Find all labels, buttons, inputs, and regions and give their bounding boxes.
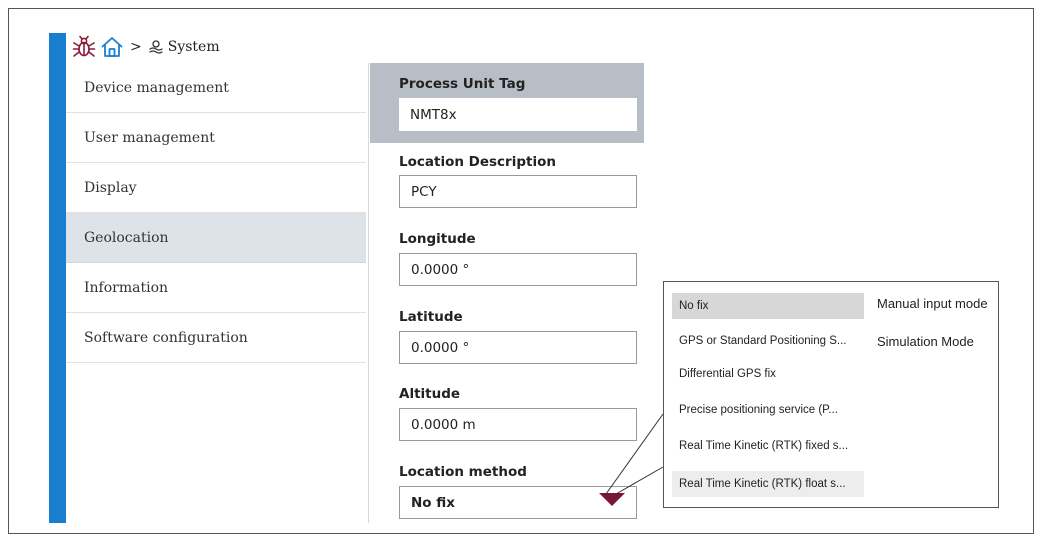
process-unit-tag-field[interactable]: NMT8x [399, 98, 637, 131]
breadcrumb-separator: > [130, 39, 142, 55]
sidebar-item-user-management[interactable]: User management [66, 113, 366, 163]
sidebar-item-label: Device management [84, 79, 229, 96]
dropdown-arrow-icon[interactable] [599, 493, 625, 506]
process-unit-tag-label: Process Unit Tag [399, 76, 526, 92]
sidebar: Device management User management Displa… [66, 63, 366, 363]
mode-manual-input: Manual input mode [877, 296, 988, 311]
option-no-fix[interactable]: No fix [672, 293, 864, 319]
altitude-field[interactable]: 0.0000 m [399, 408, 637, 441]
breadcrumb-current[interactable]: System [168, 39, 220, 55]
option-gps-standard[interactable]: GPS or Standard Positioning S... [672, 328, 864, 354]
longitude-field[interactable]: 0.0000 ° [399, 253, 637, 286]
sidebar-item-label: Geolocation [84, 229, 169, 246]
sidebar-item-geolocation[interactable]: Geolocation [66, 213, 366, 263]
bug-icon[interactable] [72, 35, 96, 59]
location-description-label: Location Description [399, 154, 556, 170]
option-precise-positioning[interactable]: Precise positioning service (P... [672, 397, 864, 423]
latitude-label: Latitude [399, 309, 463, 325]
sidebar-item-information[interactable]: Information [66, 263, 366, 313]
sidebar-item-label: User management [84, 129, 215, 146]
sidebar-item-device-management[interactable]: Device management [66, 63, 366, 113]
home-icon[interactable] [100, 35, 124, 59]
system-icon [148, 39, 164, 55]
mode-simulation: Simulation Mode [877, 334, 974, 349]
panel-divider [368, 63, 369, 523]
breadcrumb: > System [72, 33, 220, 61]
accent-bar [49, 33, 66, 523]
sidebar-item-label: Display [84, 179, 137, 196]
location-method-popup: No fix GPS or Standard Positioning S... … [663, 281, 999, 508]
option-rtk-float[interactable]: Real Time Kinetic (RTK) float s... [672, 471, 864, 497]
longitude-label: Longitude [399, 231, 476, 247]
location-description-field[interactable]: PCY [399, 175, 637, 208]
option-rtk-fixed[interactable]: Real Time Kinetic (RTK) fixed s... [672, 433, 864, 459]
altitude-label: Altitude [399, 386, 461, 402]
option-differential-gps[interactable]: Differential GPS fix [672, 361, 864, 387]
sidebar-item-software-configuration[interactable]: Software configuration [66, 313, 366, 363]
location-method-label: Location method [399, 464, 527, 480]
sidebar-item-label: Software configuration [84, 329, 248, 346]
sidebar-item-label: Information [84, 279, 169, 296]
sidebar-item-display[interactable]: Display [66, 163, 366, 213]
latitude-field[interactable]: 0.0000 ° [399, 331, 637, 364]
